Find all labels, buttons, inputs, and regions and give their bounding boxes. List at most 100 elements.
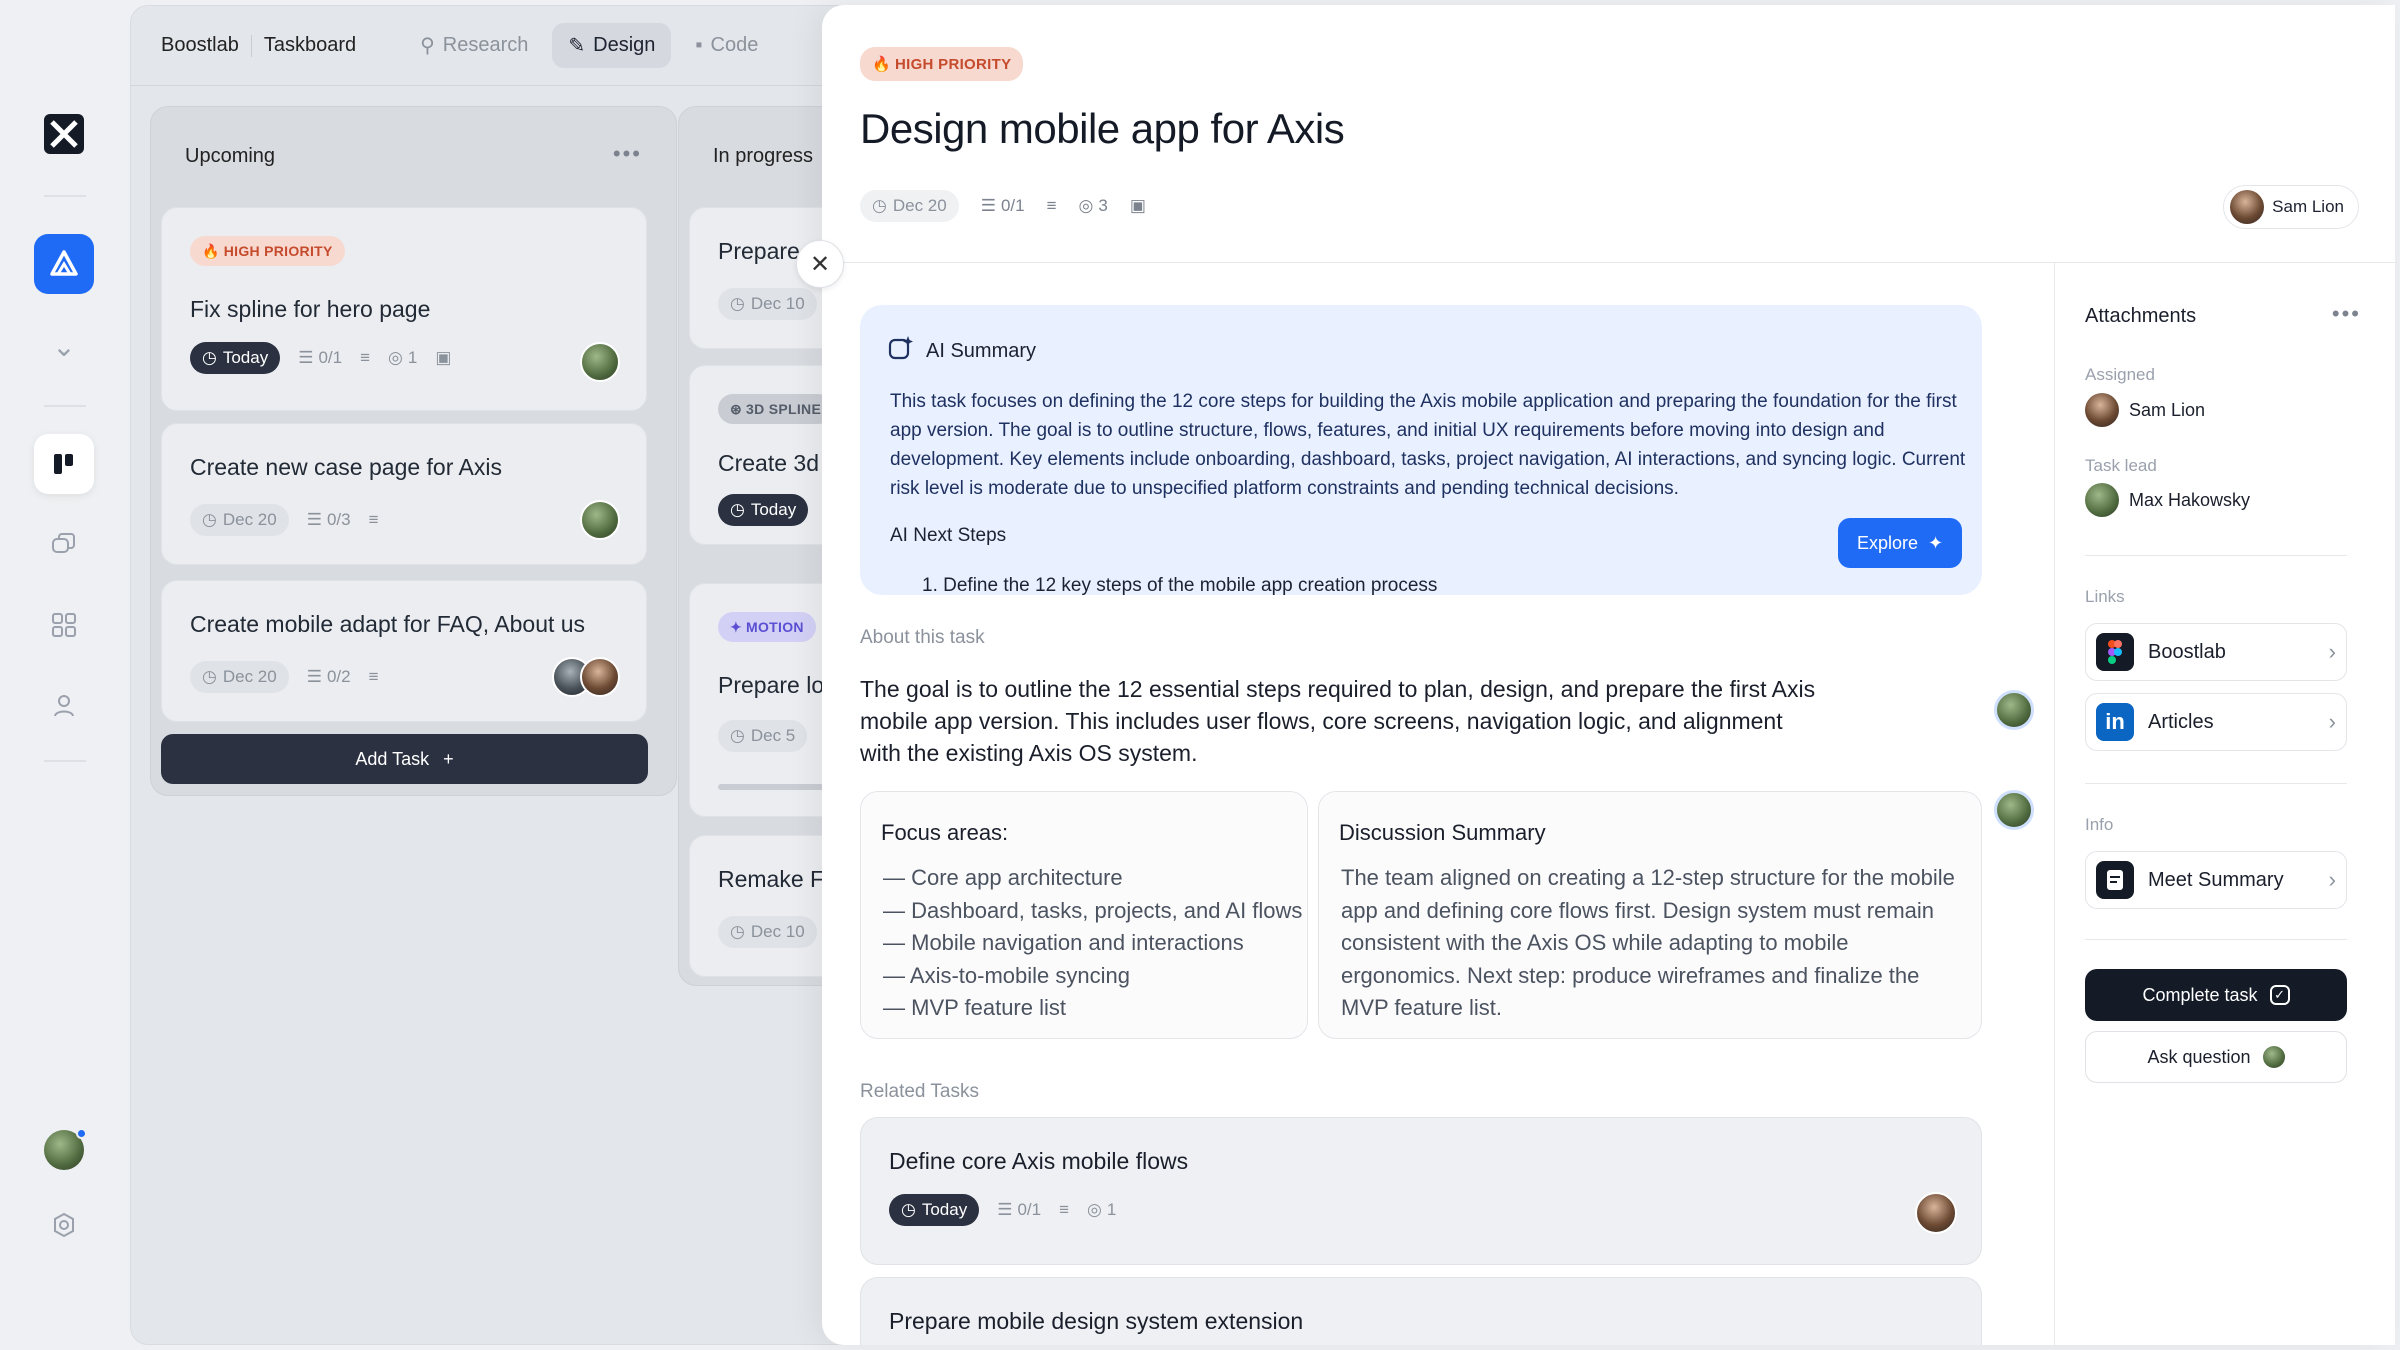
- checklist-icon: ☰: [306, 667, 322, 686]
- clock-icon: ◷: [872, 196, 887, 215]
- assigned-label: Assigned: [2085, 365, 2155, 384]
- comment-count: ◎ 1: [388, 348, 418, 367]
- related-task[interactable]: Prepare mobile design system extension: [860, 1277, 1982, 1345]
- priority-tag: 🔥 HIGH PRIORITY: [190, 236, 345, 266]
- card-title: Create mobile adapt for FAQ, About us: [190, 611, 586, 637]
- due-date: ◷ Dec 20: [190, 661, 289, 693]
- app-logo-icon[interactable]: [34, 104, 94, 164]
- due-date[interactable]: ◷ Dec 20: [860, 190, 959, 222]
- card-title: Remake FA: [718, 866, 839, 892]
- clock-icon: ◷: [730, 294, 745, 313]
- chevron-down-icon[interactable]: ⌄: [34, 316, 94, 376]
- chevron-right-icon: ›: [2328, 709, 2336, 734]
- info-label: Info: [2085, 815, 2114, 834]
- board-icon[interactable]: [34, 434, 94, 494]
- about-text: The goal is to outline the 12 essential …: [860, 676, 1816, 766]
- clock-icon: ◷: [202, 510, 217, 529]
- more-icon[interactable]: •••: [613, 141, 642, 167]
- fire-icon: 🔥: [872, 56, 891, 73]
- focus-areas-card: Focus areas: — Core app architecture — D…: [860, 791, 1308, 1039]
- avatar: [2085, 483, 2119, 517]
- subtask-count: ☰ 0/1: [997, 1200, 1042, 1219]
- clock-icon: ◷: [730, 500, 745, 519]
- ask-question-button[interactable]: Ask question: [2085, 1031, 2347, 1083]
- due-date: ◷ Dec 20: [190, 504, 289, 536]
- subtask-count[interactable]: ☰ 0/1: [981, 196, 1025, 216]
- tab-code[interactable]: ▪ Code: [679, 24, 774, 67]
- avatar: [1994, 690, 2034, 730]
- workspace-icon[interactable]: [34, 234, 94, 294]
- link-articles[interactable]: in Articles ›: [2085, 693, 2347, 751]
- related-task[interactable]: Define core Axis mobile flows ◷ Today ☰ 0/…: [860, 1117, 1982, 1265]
- comment-count: ◎ 1: [1087, 1200, 1117, 1219]
- add-task-button[interactable]: Add Task +: [161, 734, 648, 784]
- assignee[interactable]: Sam Lion: [2085, 393, 2205, 427]
- ai-summary-card: AI Summary This task focuses on defining…: [860, 305, 1982, 595]
- focus-title: Focus areas:: [881, 820, 1009, 845]
- avatar: [2085, 393, 2119, 427]
- sparkle-icon: ✦: [730, 618, 743, 635]
- task-detail-panel: 🔥 HIGH PRIORITY Design mobile app for Axi…: [822, 5, 2395, 1345]
- comment-count[interactable]: ◎ 3: [1079, 196, 1108, 216]
- notification-dot: [76, 1128, 87, 1139]
- complete-task-button[interactable]: Complete task ✓: [2085, 969, 2347, 1021]
- avatar: [1994, 790, 2034, 830]
- avatar: [2230, 190, 2265, 224]
- user-icon[interactable]: [34, 675, 94, 735]
- task-card[interactable]: Create mobile adapt for FAQ, About us ◷ D…: [161, 580, 647, 722]
- due-date: ◷ Today: [889, 1194, 980, 1226]
- explore-button[interactable]: Explore ✦: [1838, 518, 1962, 568]
- card-title: Create new case page for Axis: [190, 454, 502, 480]
- plus-icon: +: [443, 748, 454, 769]
- link-meet-summary[interactable]: Meet Summary ›: [2085, 851, 2347, 909]
- card-title: Fix spline for hero page: [190, 296, 431, 322]
- discussion-title: Discussion Summary: [1339, 820, 1546, 845]
- tab-design[interactable]: ✎ Design: [552, 23, 672, 68]
- code-icon[interactable]: ▣: [1130, 196, 1146, 216]
- chevron-right-icon: ›: [2328, 639, 2336, 664]
- ai-next-steps-label: AI Next Steps: [890, 525, 1007, 546]
- tab-research[interactable]: ⚲ Research: [404, 23, 544, 68]
- code-icon: ▣: [435, 348, 452, 367]
- owner-chip[interactable]: Sam Lion: [2223, 185, 2359, 229]
- ai-summary-title: AI Summary: [926, 339, 1037, 362]
- subtask-count: ☰ 0/3: [306, 510, 351, 529]
- discussion-summary-card: Discussion Summary The team aligned on c…: [1318, 791, 1982, 1039]
- card-title: Create 3d r: [718, 450, 834, 476]
- checklist-icon: ☰: [997, 1200, 1013, 1219]
- clock-icon: ◷: [730, 726, 745, 745]
- clock-icon: ◷: [202, 348, 217, 367]
- about-label: About this task: [860, 627, 985, 648]
- spline-tag: ⊛ 3D SPLINE: [718, 394, 834, 424]
- breadcrumb-workspace[interactable]: Boostlab: [161, 34, 239, 57]
- ai-next-step: 1. Define the 12 key steps of the mobile…: [922, 575, 1438, 595]
- avatar: [580, 342, 620, 382]
- due-date: ◷ Today: [190, 342, 281, 374]
- avatar: [1915, 1192, 1957, 1234]
- task-card[interactable]: 🔥 HIGH PRIORITY Fix spline for hero page …: [161, 207, 647, 411]
- task-card[interactable]: Create new case page for Axis ◷ Dec 20 ☰ 0…: [161, 423, 647, 565]
- linkedin-icon: in: [2096, 703, 2134, 741]
- close-button[interactable]: ✕: [796, 240, 844, 288]
- links-label: Links: [2085, 587, 2125, 606]
- chat-icon[interactable]: [34, 515, 94, 575]
- avatar: [580, 657, 620, 697]
- breadcrumb-board[interactable]: Taskboard: [264, 34, 356, 57]
- more-icon[interactable]: •••: [2332, 301, 2361, 327]
- checklist-icon: ☰: [306, 510, 322, 529]
- focus-list: — Core app architecture — Dashboard, tas…: [883, 865, 1303, 1020]
- link-boostlab[interactable]: Boostlab ›: [2085, 623, 2347, 681]
- description-icon[interactable]: ≡: [1047, 196, 1057, 216]
- document-icon: [2096, 861, 2134, 899]
- discussion-text: The team aligned on creating a 12-step s…: [1341, 865, 1955, 1020]
- ai-sparkle-icon: [888, 335, 914, 367]
- apps-grid-icon[interactable]: [34, 595, 94, 655]
- subtask-count: ☰ 0/2: [306, 667, 351, 686]
- app-rail: ⌄: [0, 0, 130, 1350]
- clock-icon: ◷: [901, 1200, 916, 1219]
- lead-label: Task lead: [2085, 456, 2157, 475]
- comment-icon: ◎: [1078, 196, 1094, 215]
- settings-icon[interactable]: [34, 1195, 94, 1255]
- description-icon: ≡: [368, 667, 379, 686]
- task-lead[interactable]: Max Hakowsky: [2085, 483, 2250, 517]
